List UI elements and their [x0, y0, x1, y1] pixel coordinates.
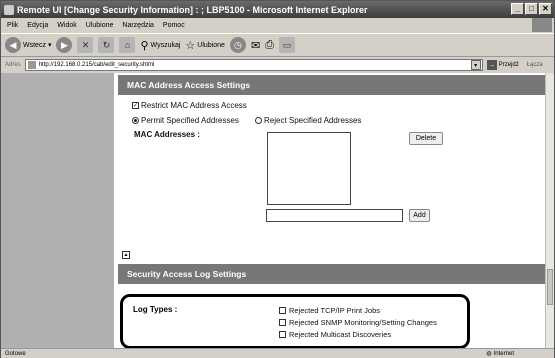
log-option-tcpip[interactable]: Rejected TCP/IP Print Jobs: [279, 306, 380, 315]
history-icon[interactable]: ◷: [229, 37, 246, 53]
go-button[interactable]: → Przejdź: [486, 60, 519, 70]
status-zone: ◍ Internet: [486, 350, 514, 358]
address-url: http://192.168.0.215/cab/edit_security.s…: [38, 62, 155, 68]
reject-radio[interactable]: [255, 117, 262, 124]
restrict-mac-label: Restrict MAC Address Access: [141, 101, 247, 110]
menu-favorites[interactable]: Ulubione: [86, 22, 114, 29]
globe-icon: ◍: [486, 351, 492, 357]
back-label: Wstecz: [23, 41, 46, 49]
address-input[interactable]: http://192.168.0.215/cab/edit_security.s…: [24, 59, 483, 71]
status-bar: Gotowe ◍ Internet: [1, 348, 554, 358]
minimize-button[interactable]: _: [511, 3, 524, 15]
address-dropdown-icon[interactable]: ▾: [470, 60, 481, 70]
mac-section-title: MAC Address Access Settings: [118, 75, 546, 95]
permit-radio[interactable]: [132, 117, 139, 124]
restrict-mac-option[interactable]: ✓ Restrict MAC Address Access: [132, 101, 247, 110]
go-label: Przejdź: [498, 62, 519, 68]
print-icon[interactable]: ⎙: [265, 39, 274, 52]
refresh-icon[interactable]: ↻: [98, 37, 115, 53]
menu-tools[interactable]: Narzędzia: [122, 22, 154, 29]
maximize-button[interactable]: □: [525, 3, 538, 15]
back-arrow-icon: ◀: [5, 37, 21, 53]
permit-option[interactable]: Permit Specified Addresses: [132, 116, 239, 125]
go-arrow-icon: →: [486, 60, 497, 70]
log-multicast-label: Rejected Multicast Discoveries: [289, 330, 392, 339]
log-types-label: Log Types :: [133, 305, 178, 314]
log-tcpip-label: Rejected TCP/IP Print Jobs: [289, 306, 381, 315]
mac-address-list[interactable]: [267, 132, 351, 205]
menu-bar: Plik Edycja Widok Ulubione Narzędzia Pom…: [1, 18, 554, 32]
left-navigation-pane: [1, 73, 114, 348]
ie-logo-icon: [4, 4, 14, 15]
scrollbar-thumb[interactable]: [547, 269, 553, 305]
stop-icon[interactable]: ✕: [77, 37, 94, 53]
add-button[interactable]: Add: [409, 209, 430, 222]
log-multicast-checkbox[interactable]: [279, 331, 286, 338]
mac-addresses-label: MAC Addresses :: [134, 130, 200, 139]
back-to-top-icon[interactable]: ▲: [122, 251, 130, 259]
menu-file[interactable]: Plik: [7, 22, 18, 29]
address-label: Adres: [5, 62, 21, 68]
browser-window: Remote UI [Change Security Information] …: [0, 0, 555, 358]
menu-help[interactable]: Pomoc: [163, 22, 185, 29]
windows-flag-icon: [532, 18, 552, 32]
zone-label: Internet: [493, 350, 514, 357]
home-icon[interactable]: ⌂: [119, 37, 136, 53]
log-types-callout: Log Types : Rejected TCP/IP Print Jobs R…: [120, 294, 470, 349]
page-icon: [27, 61, 36, 69]
mac-address-input[interactable]: [266, 209, 403, 222]
address-bar: Adres http://192.168.0.215/cab/edit_secu…: [1, 58, 554, 72]
toolbar: ◀ Wstecz ▾ ▶ ✕ ↻ ⌂ ⚲ Wyszukaj ☆ Ulubione…: [1, 33, 554, 57]
forward-arrow-icon[interactable]: ▶: [56, 37, 73, 53]
log-snmp-checkbox[interactable]: [279, 319, 286, 326]
menu-edit[interactable]: Edycja: [27, 22, 48, 29]
restrict-mac-checkbox[interactable]: ✓: [132, 102, 139, 109]
reject-option[interactable]: Reject Specified Addresses: [255, 116, 361, 125]
favorites-button[interactable]: ☆ Ulubione: [185, 39, 225, 52]
back-button[interactable]: ◀ Wstecz ▾: [5, 37, 51, 53]
log-option-multicast[interactable]: Rejected Multicast Discoveries: [279, 330, 391, 339]
mail-icon[interactable]: ✉: [251, 39, 260, 52]
log-section-title: Security Access Log Settings: [118, 264, 546, 284]
permit-label: Permit Specified Addresses: [141, 116, 239, 125]
reject-label: Reject Specified Addresses: [264, 116, 362, 125]
links-label[interactable]: Łącza: [527, 62, 543, 68]
log-snmp-label: Rejected SNMP Monitoring/Setting Changes: [289, 318, 437, 327]
window-controls: _ □ ✕: [511, 3, 552, 15]
close-button[interactable]: ✕: [539, 3, 552, 15]
edit-icon[interactable]: ▭: [278, 37, 295, 53]
vertical-scrollbar[interactable]: [545, 73, 554, 348]
status-text: Gotowe: [5, 350, 26, 357]
title-bar: Remote UI [Change Security Information] …: [1, 1, 554, 18]
menu-view[interactable]: Widok: [57, 22, 76, 29]
log-tcpip-checkbox[interactable]: [279, 307, 286, 314]
search-button[interactable]: ⚲ Wyszukaj: [140, 39, 180, 52]
favorites-label: Ulubione: [197, 41, 225, 49]
window-title: Remote UI [Change Security Information] …: [17, 4, 368, 15]
star-icon: ☆: [185, 39, 196, 52]
search-label: Wyszukaj: [150, 41, 181, 49]
chevron-down-icon[interactable]: ▾: [48, 41, 52, 49]
delete-button[interactable]: Delete: [409, 132, 443, 145]
search-icon: ⚲: [140, 39, 149, 52]
log-option-snmp[interactable]: Rejected SNMP Monitoring/Setting Changes: [279, 318, 437, 327]
